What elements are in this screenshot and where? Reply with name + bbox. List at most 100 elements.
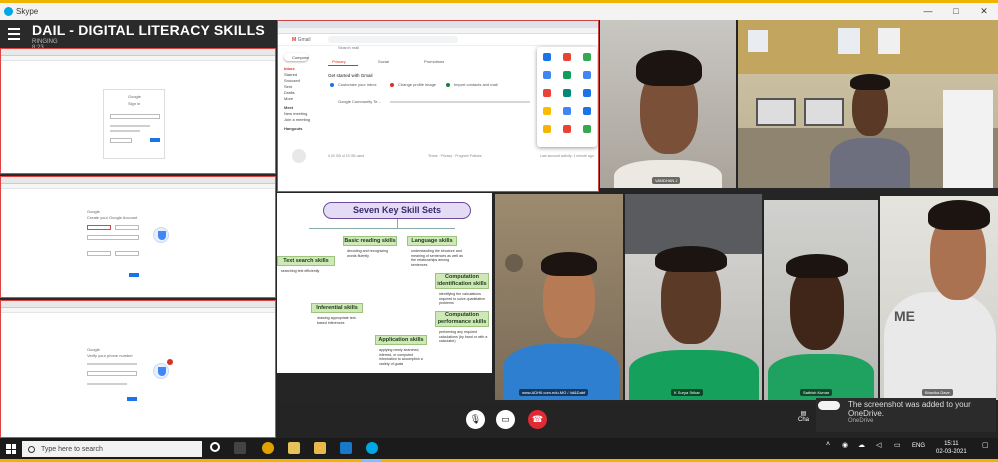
video-tile-2[interactable] [738, 20, 998, 188]
meet-label: Meet [284, 105, 294, 110]
nav-starred[interactable]: Starred [284, 72, 297, 77]
chrome-icon[interactable] [262, 442, 274, 454]
taskbar-clock[interactable]: 15:11 02-03-2021 [936, 440, 967, 456]
verify-heading: Verify your phone number [87, 353, 133, 358]
onedrive-tray-icon[interactable]: ☁ [858, 441, 865, 449]
gmail-app-icon[interactable] [543, 89, 551, 97]
participant-name-4: K Surya Srikar [671, 389, 703, 396]
maps-app-icon[interactable] [583, 53, 591, 61]
participant-name-6: Bhavika Dave [922, 389, 953, 396]
menu-icon[interactable] [8, 28, 20, 43]
signin-heading: Sign in [128, 101, 141, 106]
notification-center-icon[interactable]: ▢ [982, 441, 989, 449]
youtube-app-icon[interactable] [543, 71, 551, 79]
signin-card: Google Sign in [103, 89, 165, 159]
video-button[interactable]: ▭ [496, 410, 515, 429]
last-name-field[interactable] [115, 225, 139, 230]
chat-button[interactable]: ▤ Cha [798, 410, 809, 423]
shopping-app-icon[interactable] [563, 125, 571, 133]
next-button[interactable] [127, 397, 137, 401]
meet-new[interactable]: New meeting [284, 111, 307, 116]
photos-app-icon[interactable] [543, 125, 551, 133]
store-icon[interactable] [340, 442, 352, 454]
video-tile-3[interactable]: www.ADHII.com.edu.MG / 4d&Dabf [495, 194, 623, 400]
nav-inbox[interactable]: Inbox [284, 66, 295, 71]
username-field[interactable] [87, 235, 139, 240]
mic-button[interactable]: 🎙 [466, 410, 485, 429]
volume-icon[interactable]: ◁ [876, 441, 881, 449]
nav-snoozed[interactable]: Snoozed [284, 78, 300, 83]
clock-date: 02-03-2021 [936, 449, 967, 455]
shirt-print: ME [894, 308, 915, 324]
next-button[interactable] [129, 273, 139, 277]
meet-join[interactable]: Join a meeting [284, 117, 310, 122]
meet-app-icon[interactable] [563, 89, 571, 97]
next-button[interactable] [150, 138, 160, 142]
notification-message: The screenshot was added to your OneDriv… [848, 400, 971, 418]
close-button[interactable]: ✕ [970, 6, 998, 17]
onedrive-notification[interactable]: The screenshot was added to your OneDriv… [816, 398, 996, 432]
compose-button[interactable]: Compose [284, 53, 309, 61]
maximize-button[interactable]: □ [942, 6, 970, 17]
tab-promotions[interactable]: Promotions [424, 59, 444, 64]
email-sender[interactable]: Google Community Te... [338, 99, 381, 104]
phone-field[interactable] [87, 371, 137, 376]
tab-primary[interactable]: Primary [332, 59, 346, 64]
tab-social[interactable]: Social [378, 59, 389, 64]
video-tile-4[interactable]: K Surya Srikar [625, 194, 762, 400]
nav-drafts[interactable]: Drafts [284, 90, 295, 95]
hangup-button[interactable]: ☎ [528, 410, 547, 429]
verify-phone-pane: Google Verify your phone number [0, 300, 276, 438]
setup-import[interactable]: Import contacts and mail [454, 82, 498, 87]
taskbar-search-input[interactable]: Type here to search [22, 441, 202, 457]
contacts-app-icon[interactable] [583, 89, 591, 97]
cortana-icon[interactable] [210, 442, 220, 452]
customize-icon [330, 83, 334, 87]
display-icon[interactable]: ▭ [894, 441, 901, 449]
taskbar-search-placeholder: Type here to search [41, 445, 103, 453]
account-app-icon[interactable] [543, 53, 551, 61]
password-field[interactable] [87, 251, 111, 256]
skill-inferential: Inferential skills [311, 303, 363, 313]
participant-name-5: Sathish Kumar [800, 389, 833, 396]
nav-sent[interactable]: Sent [284, 84, 292, 89]
gmail-search-input[interactable]: Search mail [328, 36, 458, 50]
video-tile-1[interactable]: VANDHAN J [600, 20, 736, 188]
footer-links[interactable]: Terms · Privacy · Program Policies [428, 154, 482, 158]
folder-icon[interactable] [314, 442, 326, 454]
translate-app-icon[interactable] [583, 107, 591, 115]
tray-chevron-icon[interactable]: ˄ [826, 441, 830, 448]
nav-more[interactable]: More [284, 96, 293, 101]
shared-screen-panes: Google Sign in Google Create your Google… [0, 48, 276, 438]
account-option[interactable] [110, 138, 132, 143]
setup-customize[interactable]: Customize your inbox [338, 82, 376, 87]
drive-app-icon[interactable] [543, 107, 551, 115]
google-apps-panel [537, 47, 597, 147]
calendar-app-icon[interactable] [563, 107, 571, 115]
task-view-icon[interactable] [234, 442, 246, 454]
skill-basic-reading-desc: decoding and recognizing words fluently [347, 249, 388, 258]
start-button[interactable] [6, 444, 16, 454]
language-indicator[interactable]: ENG [912, 443, 925, 449]
first-name-field[interactable] [87, 225, 111, 230]
confirm-field[interactable] [115, 251, 139, 256]
docs-app-icon[interactable] [583, 125, 591, 133]
google-search-app-icon[interactable] [563, 53, 571, 61]
file-explorer-icon[interactable] [288, 442, 300, 454]
skype-taskbar-icon[interactable] [366, 442, 378, 454]
skill-basic-reading: Basic reading skills [343, 236, 397, 246]
window-title: Skype [16, 7, 39, 16]
google-logo: Google [87, 347, 100, 352]
gmail-logo[interactable]: M Gmail [292, 37, 311, 43]
email-field[interactable] [110, 114, 160, 119]
video-tile-6[interactable]: ME Bhavika Dave [880, 196, 998, 400]
network-icon[interactable]: ◉ [842, 441, 848, 449]
minimize-button[interactable]: — [914, 6, 942, 17]
play-app-icon[interactable] [563, 71, 571, 79]
setup-profile[interactable]: Change profile image [398, 82, 436, 87]
meeting-header: DAIL - DIGITAL LITERACY SKILLS RINGING 8… [0, 20, 276, 51]
skill-language-desc: understanding the structure and meaning … [411, 249, 463, 267]
google-logo: Google [128, 94, 141, 99]
video-tile-5[interactable]: Sathish Kumar [764, 200, 878, 400]
news-app-icon[interactable] [583, 71, 591, 79]
